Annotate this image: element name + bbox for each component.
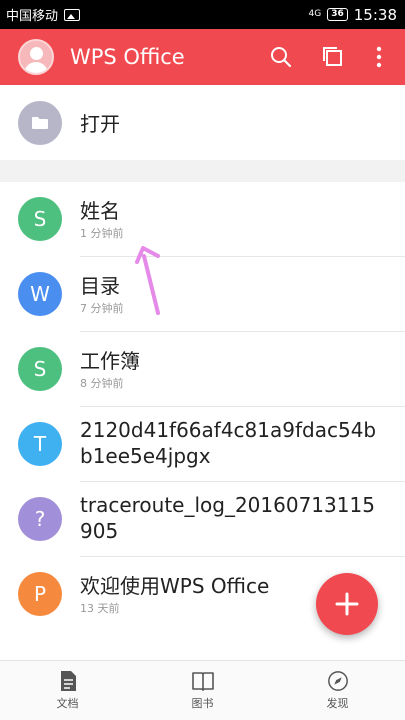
file-item[interactable]: W 目录 7 分钟前 — [0, 257, 405, 332]
folder-icon — [18, 100, 62, 145]
clock: 15:38 — [353, 5, 397, 24]
presentation-file-icon: P — [18, 572, 62, 616]
text-file-icon: T — [18, 422, 62, 466]
add-file-button[interactable] — [316, 573, 378, 635]
tab-documents-label: 文档 — [56, 697, 79, 710]
tab-discover[interactable]: 发现 — [270, 661, 405, 720]
search-icon[interactable] — [255, 29, 307, 85]
open-label: 打开 — [80, 112, 120, 136]
file-name: traceroute_log_20160713115905 — [80, 493, 375, 543]
document-file-icon: W — [18, 272, 62, 316]
document-icon — [60, 671, 76, 691]
section-divider — [0, 160, 405, 182]
spreadsheet-file-icon: S — [18, 347, 62, 391]
battery-icon: 36 — [327, 8, 348, 21]
file-item[interactable]: S 工作簿 8 分钟前 — [0, 332, 405, 407]
tab-books[interactable]: 图书 — [135, 661, 270, 720]
recent-file-list: S 姓名 1 分钟前 W 目录 7 分钟前 S 工作簿 8 分钟前 T 2120… — [0, 182, 405, 632]
avatar[interactable] — [18, 39, 54, 75]
tab-books-label: 图书 — [191, 697, 214, 710]
multi-window-icon[interactable] — [307, 29, 359, 85]
compass-icon — [327, 671, 348, 691]
file-time: 1 分钟前 — [80, 227, 124, 240]
image-notification-icon — [64, 8, 81, 21]
open-row[interactable]: 打开 — [0, 85, 405, 160]
app-title: WPS Office — [70, 45, 185, 69]
tab-discover-label: 发现 — [326, 697, 349, 710]
unknown-file-icon: ? — [18, 497, 62, 541]
carrier-label: 中国移动 — [6, 9, 59, 24]
file-item[interactable]: T 2120d41f66af4c81a9fdac54bb1ee5e4jpgx — [0, 407, 405, 482]
spreadsheet-file-icon: S — [18, 197, 62, 241]
file-item[interactable]: S 姓名 1 分钟前 — [0, 182, 405, 257]
bottom-nav: 文档 图书 发现 — [0, 660, 405, 720]
app-bar: WPS Office — [0, 29, 405, 85]
file-name: 工作簿 — [80, 349, 140, 373]
more-vert-icon[interactable] — [359, 29, 399, 85]
file-name: 姓名 — [80, 199, 120, 223]
signal-icon: 4G — [308, 9, 322, 19]
file-time: 7 分钟前 — [80, 302, 124, 315]
book-icon — [191, 672, 214, 691]
status-bar: 中国移动 4G 36 15:38 — [0, 0, 405, 29]
file-name: 目录 — [80, 274, 120, 298]
file-time: 8 分钟前 — [80, 377, 124, 390]
tab-documents[interactable]: 文档 — [0, 661, 135, 720]
file-name: 2120d41f66af4c81a9fdac54bb1ee5e4jpgx — [80, 418, 377, 468]
plus-icon — [335, 592, 359, 616]
file-item[interactable]: ? traceroute_log_20160713115905 — [0, 482, 405, 557]
